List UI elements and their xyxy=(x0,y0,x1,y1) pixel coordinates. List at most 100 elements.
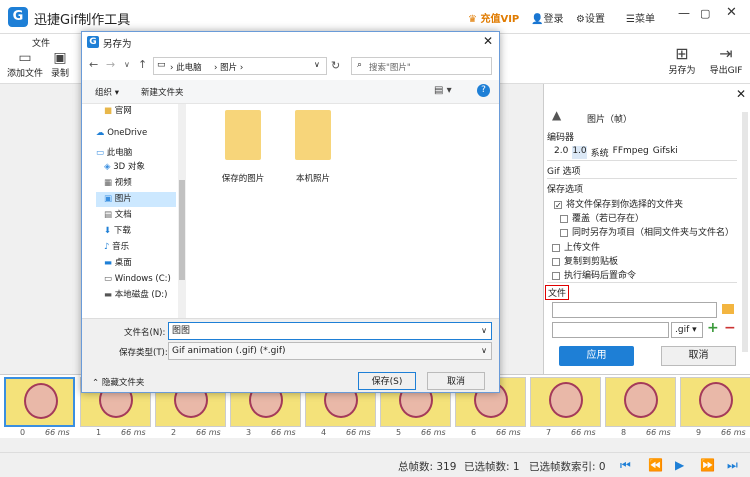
history-icon[interactable]: ∨ xyxy=(124,60,130,69)
save-as-dialog: G 另存为 ✕ ← → ∨ ↑ ▭ › 此电脑 › 图片 › ∨ ↻ ⌕ 搜索"… xyxy=(81,31,500,393)
checkbox[interactable] xyxy=(552,271,560,280)
frame-duration: 66 ms xyxy=(196,428,221,437)
nav-scrollbar[interactable] xyxy=(178,104,186,318)
encoder-gifski[interactable]: Gifski xyxy=(653,146,678,159)
settings-button[interactable]: ⚙设置 xyxy=(576,10,605,25)
filename-input[interactable] xyxy=(552,322,669,338)
search-box[interactable]: ⌕ 搜索"图片" xyxy=(351,57,492,75)
nav-item-desktop[interactable]: ▬ 桌面 xyxy=(104,256,132,271)
close-button[interactable]: ✕ xyxy=(726,5,737,20)
nav-item-3d-objects[interactable]: ◈ 3D 对象 xyxy=(104,160,145,175)
tab-file[interactable]: 文件 xyxy=(32,36,50,49)
back-icon[interactable]: ← xyxy=(89,58,98,71)
option-save-project[interactable]: 同时另存为项目（相同文件夹与文件名） xyxy=(560,225,734,238)
refresh-icon[interactable]: ↻ xyxy=(331,59,340,72)
plus-icon[interactable]: + xyxy=(707,320,719,336)
extension-select[interactable]: .gif ▾ xyxy=(671,322,703,338)
selected-index: 已选帧数索引: 0 xyxy=(529,461,606,473)
app-logo: G xyxy=(8,7,28,27)
play-icon[interactable]: ▶ xyxy=(675,459,687,471)
address-dropdown-icon[interactable]: ∨ xyxy=(314,60,320,69)
encoder-title: 编码器 xyxy=(547,133,575,143)
hide-folders-toggle[interactable]: ⌃ 隐藏文件夹 xyxy=(92,376,144,388)
picture-icon: ▣ xyxy=(104,194,113,204)
option-post-command[interactable]: 执行编码后置命令 xyxy=(552,268,636,281)
export-gif-button[interactable]: ⇥ 导出GIF xyxy=(706,44,746,76)
nav-item-this-pc[interactable]: ▭ 此电脑 xyxy=(96,146,132,161)
filename-field[interactable]: 图图 ∨ xyxy=(168,322,492,340)
folder-icon[interactable] xyxy=(722,304,734,314)
navigation-pane: ■ 官网 ☁ OneDrive ▭ 此电脑 ◈ 3D 对象 ▦ 视频 ▣ 图片 … xyxy=(82,104,187,318)
encoder-ffmpeg[interactable]: FFmpeg xyxy=(613,146,649,159)
record-button[interactable]: ▣ 录制 xyxy=(48,50,72,79)
option-overwrite[interactable]: 覆盖（若已存在） xyxy=(560,211,644,224)
cancel-button[interactable]: 取消 xyxy=(661,346,736,366)
address-bar[interactable]: ▭ › 此电脑 › 图片 › ∨ xyxy=(153,57,327,75)
frame-thumbnail[interactable] xyxy=(530,377,601,427)
image-frames-label: 图片（帧） xyxy=(587,115,633,125)
folder-item[interactable]: 保存的图片 xyxy=(207,110,279,184)
nav-item-documents[interactable]: ▤ 文档 xyxy=(104,208,132,223)
nav-item-website[interactable]: ■ 官网 xyxy=(104,104,132,119)
nav-item-drive-d[interactable]: ▬ 本地磁盘 (D:) xyxy=(104,288,167,303)
encoder-2-0[interactable]: 2.0 xyxy=(554,146,568,159)
save-as-icon: ⊞ xyxy=(675,44,689,63)
nav-item-videos[interactable]: ▦ 视频 xyxy=(104,176,132,191)
folder-item[interactable]: 本机照片 xyxy=(282,110,344,184)
last-frame-icon[interactable]: ⏭ xyxy=(727,459,739,471)
nav-item-onedrive[interactable]: ☁ OneDrive xyxy=(96,126,147,141)
encoder-1-0[interactable]: 1.0 xyxy=(572,146,587,159)
checkbox[interactable] xyxy=(560,214,568,223)
folder-icon: ■ xyxy=(104,106,113,116)
new-folder-button[interactable]: 新建文件夹 xyxy=(141,86,184,98)
user-icon: 👤 xyxy=(531,14,544,25)
desktop-icon: ▬ xyxy=(104,258,113,268)
maximize-button[interactable]: ▢ xyxy=(700,7,710,20)
filetype-select[interactable]: Gif animation (.gif) (*.gif) ∨ xyxy=(168,342,492,360)
previous-frame-icon[interactable]: ⏪ xyxy=(648,459,663,471)
vip-button[interactable]: ♛ 充值VIP xyxy=(468,10,519,25)
save-button[interactable]: 保存(S) xyxy=(358,372,416,390)
close-panel-icon[interactable]: ✕ xyxy=(736,87,746,101)
checkbox[interactable] xyxy=(554,200,562,209)
frame-thumbnail[interactable] xyxy=(680,377,750,427)
breadcrumb-pictures[interactable]: › 图片 › xyxy=(214,61,243,73)
frame-thumbnail[interactable] xyxy=(605,377,676,427)
next-frame-icon[interactable]: ⏩ xyxy=(700,459,715,471)
option-upload[interactable]: 上传文件 xyxy=(552,240,600,253)
menu-icon: ☰ xyxy=(626,14,635,25)
login-button[interactable]: 👤登录 xyxy=(531,10,563,25)
nav-item-pictures[interactable]: ▣ 图片 xyxy=(96,192,176,207)
up-icon[interactable]: ↑ xyxy=(138,58,147,71)
encoder-system[interactable]: 系统 xyxy=(591,146,609,159)
gif-options-header[interactable]: Gif 选项 xyxy=(547,164,581,177)
minimize-button[interactable]: — xyxy=(678,6,690,20)
save-as-button[interactable]: ⊞ 另存为 xyxy=(665,44,699,76)
folder-path-input[interactable] xyxy=(552,302,717,318)
option-save-to-folder[interactable]: 将文件保存到你选择的文件夹 xyxy=(554,197,683,210)
view-options-icon[interactable]: ▤ ▾ xyxy=(434,85,452,96)
dialog-close-icon[interactable]: ✕ xyxy=(483,34,493,48)
frame-number: 6 xyxy=(471,428,477,437)
nav-item-music[interactable]: ♪ 音乐 xyxy=(104,240,129,255)
frame-thumbnail[interactable] xyxy=(4,377,75,427)
help-icon[interactable]: ? xyxy=(477,84,490,97)
organize-button[interactable]: 组织 ▾ xyxy=(95,86,119,98)
add-file-button[interactable]: ▭ 添加文件 xyxy=(5,50,45,79)
minus-icon[interactable]: − xyxy=(724,320,736,336)
nav-item-downloads[interactable]: ⬇ 下载 xyxy=(104,224,131,239)
breadcrumb-root[interactable]: › 此电脑 xyxy=(170,61,202,73)
menu-button[interactable]: ☰菜单 xyxy=(626,10,655,25)
forward-icon[interactable]: → xyxy=(106,58,115,71)
panel-scrollbar[interactable] xyxy=(742,112,748,352)
first-frame-icon[interactable]: ⏮ xyxy=(620,459,632,471)
divider xyxy=(547,282,737,283)
nav-item-drive-c[interactable]: ▭ Windows (C:) xyxy=(104,272,171,287)
option-clipboard[interactable]: 复制到剪贴板 xyxy=(552,254,618,267)
checkbox[interactable] xyxy=(552,243,560,252)
checkbox[interactable] xyxy=(552,257,560,266)
checkbox[interactable] xyxy=(560,228,568,237)
apply-button[interactable]: 应用 xyxy=(559,346,634,366)
search-placeholder: 搜索"图片" xyxy=(369,63,411,73)
dialog-cancel-button[interactable]: 取消 xyxy=(427,372,485,390)
